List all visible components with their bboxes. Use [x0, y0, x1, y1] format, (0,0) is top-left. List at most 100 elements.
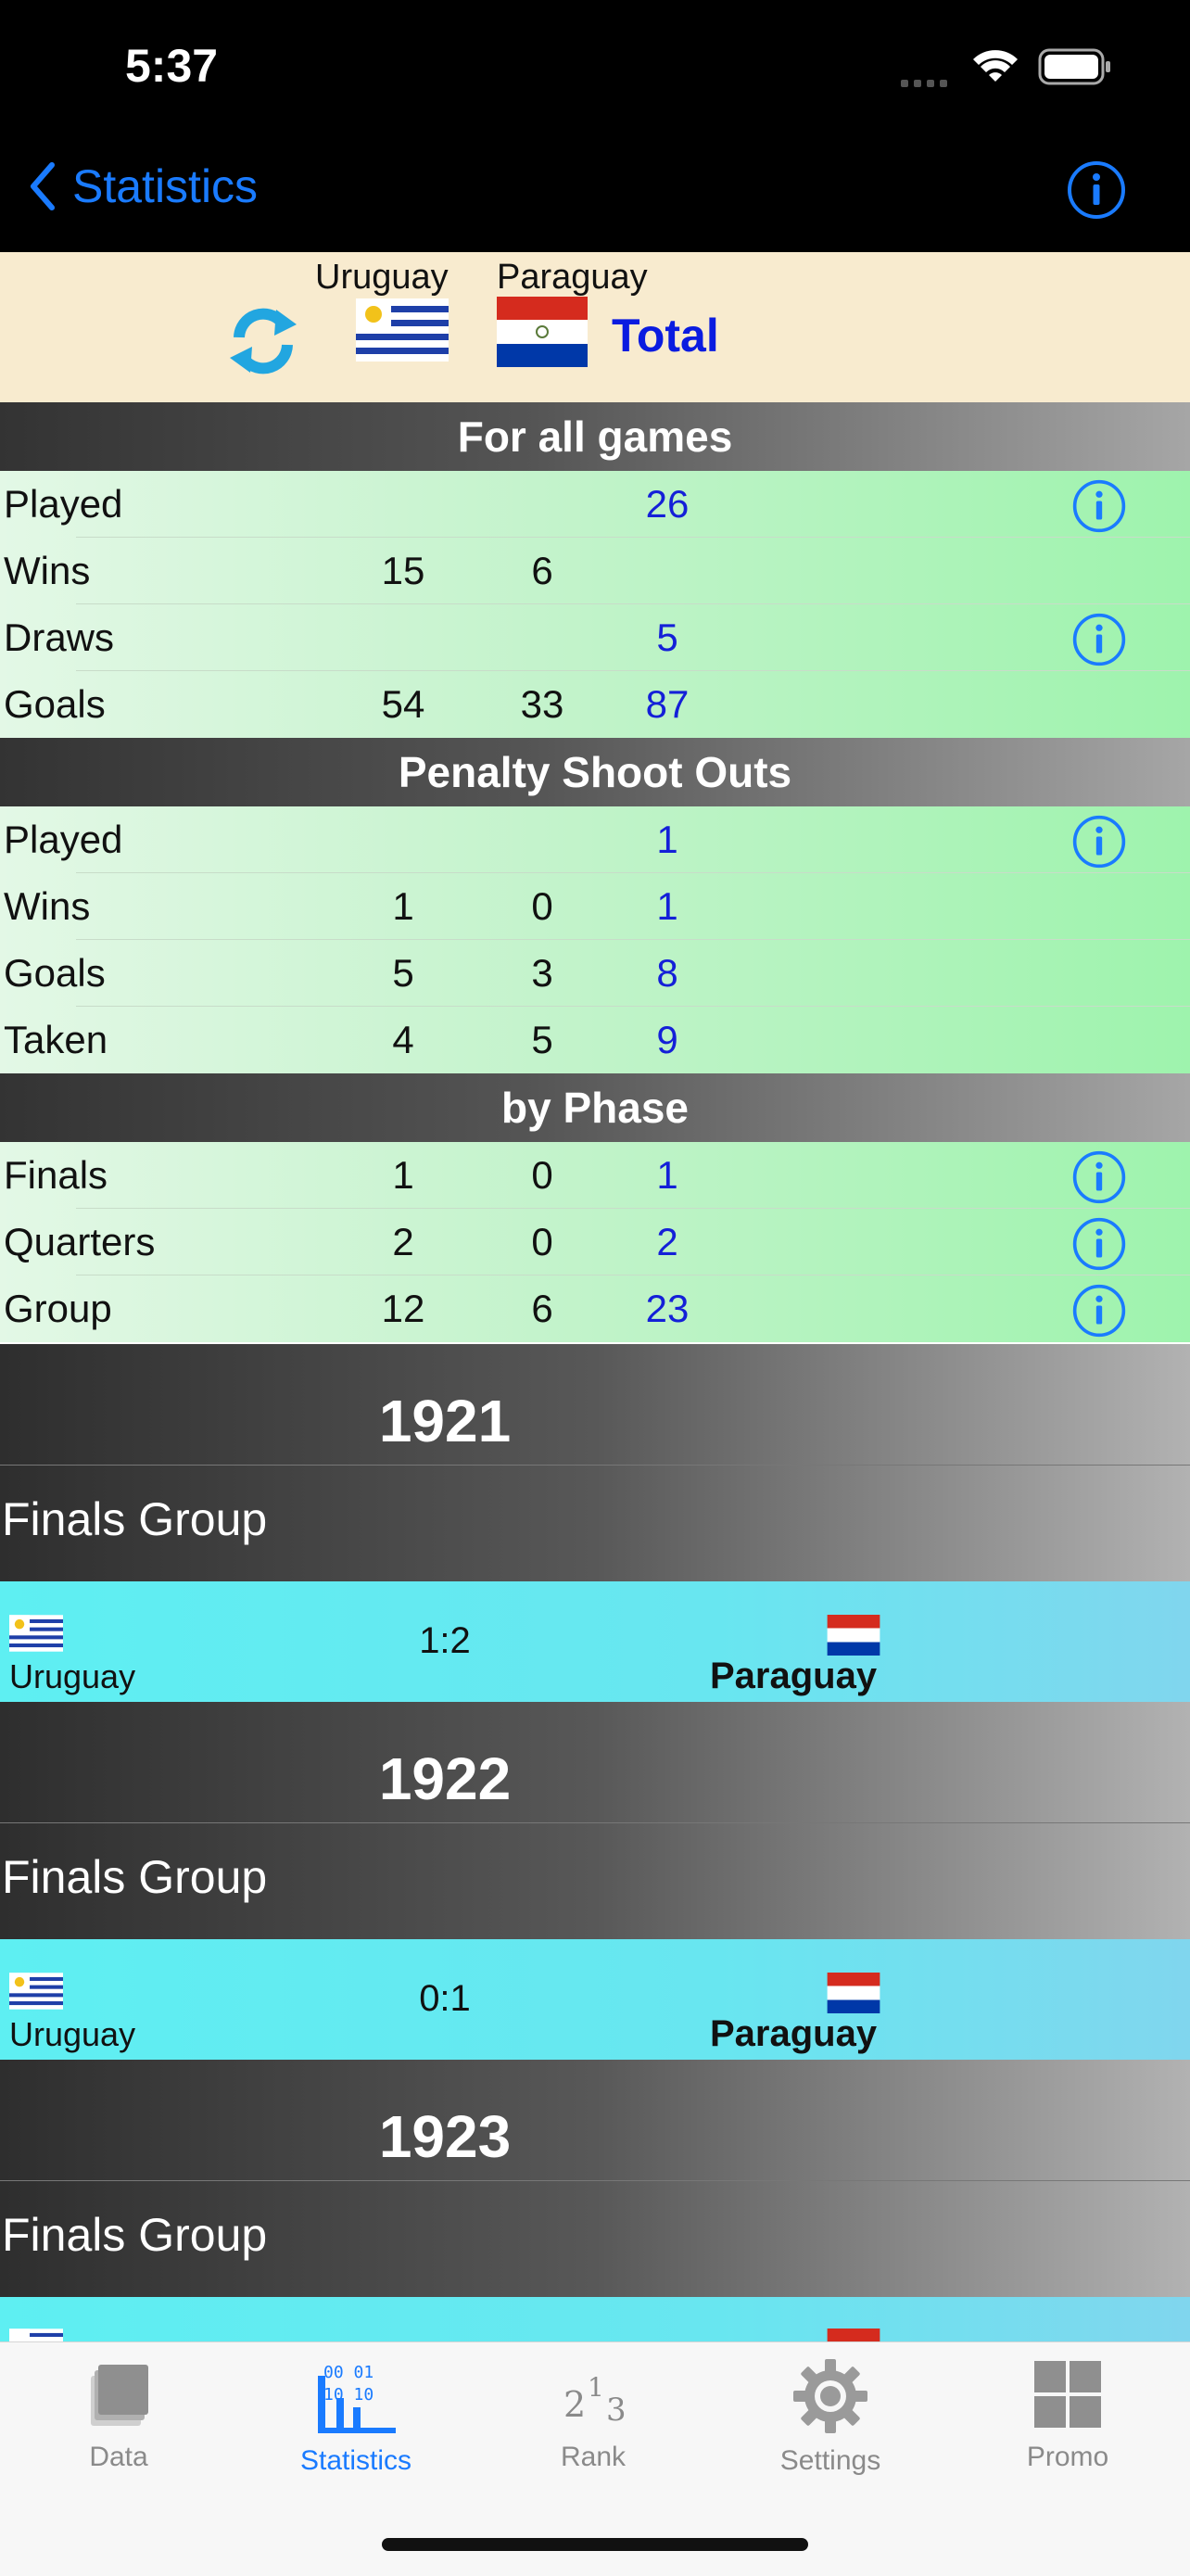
row-team1-value: 12 — [381, 1287, 425, 1330]
row-team1-value: 4 — [392, 1018, 414, 1061]
section-header-phase: by Phase — [0, 1073, 1190, 1142]
svg-text:2: 2 — [563, 2384, 586, 2425]
uruguay-flag-icon — [9, 1973, 63, 2010]
row-team1-value: 2 — [392, 1220, 414, 1263]
stat-row-group: Group 12 6 23 — [0, 1275, 1190, 1342]
match-year: 1922 — [378, 1745, 512, 1812]
chevron-left-icon — [31, 162, 55, 210]
home-team-name: Uruguay — [9, 2015, 136, 2053]
svg-text:00 01: 00 01 — [323, 2363, 373, 2382]
row-label: Finals — [4, 1153, 108, 1197]
status-time: 5:37 — [125, 40, 219, 92]
stat-row-goals: Goals 54 33 87 — [0, 671, 1190, 738]
battery-icon — [1038, 48, 1110, 85]
year-header: 1923 Finals Group — [0, 2060, 1190, 2297]
paraguay-flag-icon — [827, 1615, 880, 1656]
row-total: 5 — [656, 615, 678, 659]
stat-row-wins: Wins 15 6 — [0, 538, 1190, 604]
row-label: Goals — [4, 682, 106, 726]
row-team1-value: 1 — [392, 1153, 414, 1197]
match-phase: Finals Group — [2, 1493, 268, 1545]
total-label: Total — [612, 310, 719, 362]
match-row[interactable]: 1:2 Uruguay Paraguay — [0, 1581, 1190, 1702]
gear-icon — [793, 2359, 867, 2433]
paraguay-flag-icon — [827, 1973, 880, 2013]
stat-row-played: Played 26 — [0, 471, 1190, 538]
tab-settings[interactable]: Settings — [738, 2357, 923, 2477]
row-team2-value: 6 — [531, 1287, 553, 1330]
row-label: Wins — [4, 884, 91, 928]
stat-row-played: Played 1 — [0, 806, 1190, 873]
svg-text:3: 3 — [606, 2392, 627, 2429]
row-total: 2 — [656, 1220, 678, 1263]
row-team1-value: 54 — [381, 682, 425, 726]
tab-data[interactable]: Data — [26, 2357, 211, 2473]
stat-row-finals: Finals 1 0 1 — [0, 1142, 1190, 1209]
row-team2-value: 0 — [531, 884, 553, 928]
uruguay-flag-icon — [356, 298, 449, 362]
row-team2-value: 3 — [531, 951, 553, 995]
back-button-label: Statistics — [72, 160, 259, 212]
row-team2-value: 33 — [520, 682, 564, 726]
uruguay-flag-icon — [9, 1615, 63, 1652]
row-total: 1 — [656, 1153, 678, 1197]
cellular-signal-icon — [901, 80, 947, 87]
row-total: 1 — [656, 884, 678, 928]
row-label: Wins — [4, 549, 91, 592]
row-team1-value: 1 — [392, 884, 414, 928]
statistics-chart-icon: 00 01 10 10 — [318, 2363, 396, 2433]
tab-label: Statistics — [299, 2445, 412, 2476]
home-indicator — [382, 2538, 808, 2551]
team2-name: Paraguay — [497, 258, 648, 297]
back-button[interactable]: Statistics — [28, 159, 258, 213]
stat-row-wins: Wins 1 0 1 — [0, 873, 1190, 940]
section-header-penalties: Penalty Shoot Outs — [0, 738, 1190, 806]
stat-row-goals: Goals 5 3 8 — [0, 940, 1190, 1007]
refresh-swap-icon[interactable] — [221, 304, 306, 378]
row-label: Played — [4, 818, 123, 861]
row-team1-value: 5 — [392, 951, 414, 995]
row-team2-value: 0 — [531, 1220, 553, 1263]
tab-label: Promo — [1026, 2442, 1109, 2472]
info-icon[interactable] — [1066, 159, 1127, 221]
row-total: 1 — [656, 818, 678, 861]
match-row[interactable]: 0:1 Uruguay Paraguay — [0, 1939, 1190, 2060]
row-label: Quarters — [4, 1220, 156, 1263]
row-total: 9 — [656, 1018, 678, 1061]
match-year: 1923 — [378, 2103, 512, 2170]
info-icon[interactable] — [1071, 612, 1127, 667]
row-total: 87 — [645, 682, 690, 726]
info-icon[interactable] — [1071, 1149, 1127, 1205]
tab-promo[interactable]: Promo — [975, 2357, 1160, 2473]
tab-rank[interactable]: 2 1 3 Rank — [500, 2357, 686, 2473]
paraguay-flag-icon — [827, 2329, 880, 2341]
status-nav-bar — [0, 0, 1190, 252]
data-stack-icon — [91, 2365, 148, 2426]
paraguay-flag-icon — [497, 297, 588, 367]
tab-label: Rank — [560, 2442, 627, 2472]
stat-row-taken: Taken 4 5 9 — [0, 1007, 1190, 1073]
row-label: Draws — [4, 615, 115, 659]
svg-text:1: 1 — [588, 2372, 604, 2403]
away-team-name: Paraguay — [710, 1656, 878, 1696]
row-team2-value: 6 — [531, 549, 553, 592]
info-icon[interactable] — [1071, 478, 1127, 534]
row-label: Played — [4, 482, 123, 526]
away-team-name: Paraguay — [710, 2013, 878, 2054]
match-phase: Finals Group — [2, 2209, 268, 2261]
tab-statistics[interactable]: 00 01 10 10 Statistics — [263, 2357, 449, 2477]
info-icon[interactable] — [1071, 814, 1127, 869]
info-icon[interactable] — [1071, 1216, 1127, 1272]
match-score: 1:2 — [419, 1620, 471, 1661]
info-icon[interactable] — [1071, 1283, 1127, 1339]
match-row[interactable] — [0, 2297, 1190, 2341]
row-total: 8 — [656, 951, 678, 995]
uruguay-flag-icon — [9, 2329, 63, 2341]
row-label: Goals — [4, 951, 106, 995]
year-header: 1922 Finals Group — [0, 1702, 1190, 1939]
row-label: Taken — [4, 1018, 108, 1061]
row-team2-value: 5 — [531, 1018, 553, 1061]
stat-row-draws: Draws 5 — [0, 604, 1190, 671]
row-label: Group — [4, 1287, 112, 1330]
row-total: 23 — [645, 1287, 690, 1330]
